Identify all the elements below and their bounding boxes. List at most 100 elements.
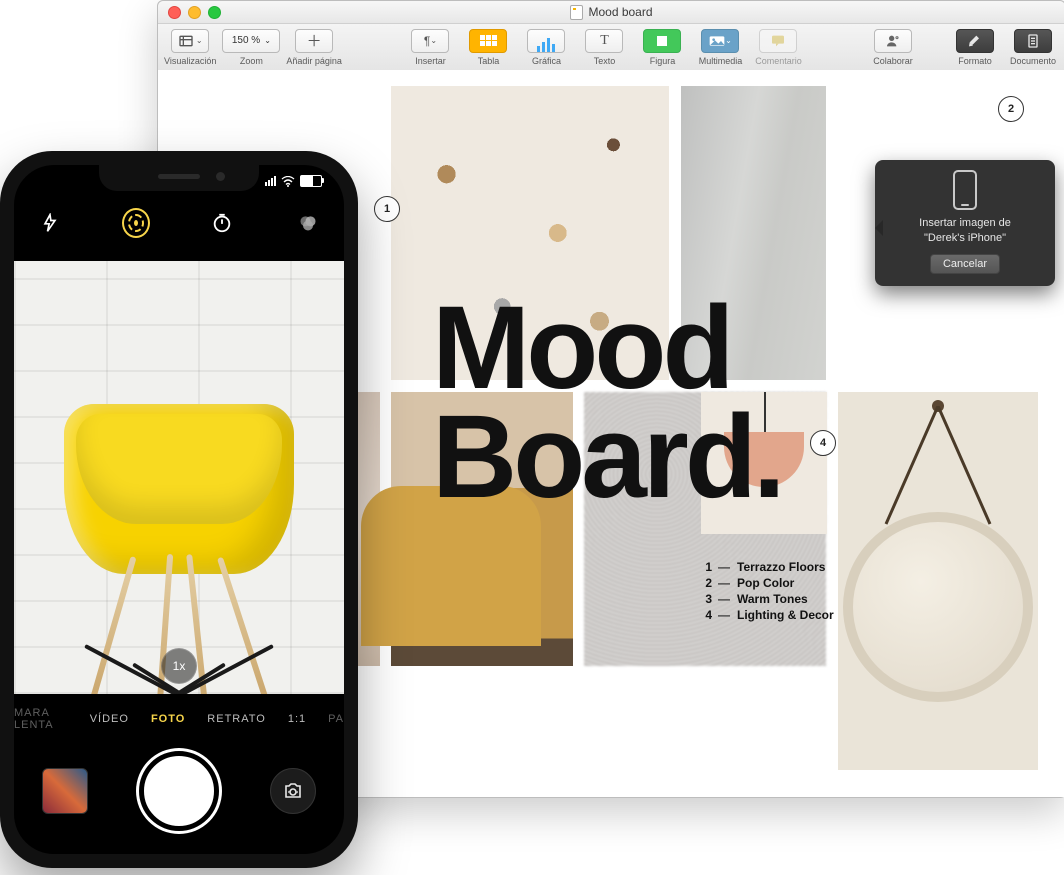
document-setup-icon [1014, 29, 1052, 53]
toolbar-zoom-button[interactable]: 150 %⌄ Zoom [222, 29, 280, 66]
chart-icon [527, 29, 565, 53]
mode-slow-mo[interactable]: MARA LENTA [14, 707, 68, 731]
legend[interactable]: 1 — Terrazzo Floors 2 — Pop Color 3 — Warm Ton… [702, 558, 834, 624]
toolbar-view-button[interactable]: ⌄ Visualización [164, 29, 216, 66]
shutter-button[interactable] [139, 751, 219, 831]
popover-text: Insertar imagen de "Derek's iPhone" [885, 216, 1045, 246]
popover-line-1: Insertar imagen de [919, 217, 1011, 229]
wifi-icon [281, 176, 295, 187]
toolbar-shape-label: Figura [650, 56, 676, 66]
collaborate-icon: + [874, 29, 912, 53]
toolbar-format-button[interactable]: Formato [949, 29, 1001, 66]
legend-label: Lighting & Decor [737, 608, 834, 622]
shape-icon [643, 29, 681, 53]
callout-badge-4: 4 [810, 430, 836, 456]
legend-label: Terrazzo Floors [737, 560, 825, 574]
iphone-device: 1x MARA LENTA VÍDEO FOTO RETRATO 1:1 PA [0, 151, 358, 868]
camera-bottom-controls [14, 746, 344, 836]
add-page-icon: ＋ [295, 29, 333, 53]
flash-button[interactable] [36, 209, 64, 237]
battery-icon [300, 175, 322, 187]
zoom-value-display: 150 %⌄ [222, 29, 280, 53]
toolbar-table-button[interactable]: Tabla [462, 29, 514, 66]
toolbar-insert-button[interactable]: ¶⌄ Insertar [404, 29, 456, 66]
format-icon [956, 29, 994, 53]
media-icon: ⌄ [701, 29, 739, 53]
legend-label: Pop Color [737, 576, 794, 590]
svg-text:+: + [896, 36, 898, 40]
toolbar-add-page-button[interactable]: ＋ Añadir página [286, 29, 342, 66]
mode-portrait[interactable]: RETRATO [207, 713, 266, 725]
toolbar-chart-label: Gráfica [532, 56, 561, 66]
camera-viewfinder[interactable] [14, 261, 344, 694]
popover-cancel-button[interactable]: Cancelar [930, 254, 1000, 274]
legend-row: 3 — Warm Tones [702, 592, 834, 606]
iphone-outline-icon [953, 170, 977, 210]
legend-dash: — [718, 560, 731, 574]
popover-line-2: "Derek's iPhone" [924, 232, 1006, 244]
toolbar-view-label: Visualización [164, 56, 216, 66]
camera-flip-button[interactable] [270, 768, 316, 814]
toolbar-comment-label: Comentario [755, 56, 802, 66]
document-icon [570, 5, 583, 20]
last-photo-thumbnail[interactable] [42, 768, 88, 814]
window-title: Mood board [158, 5, 1064, 20]
toolbar-media-button[interactable]: ⌄ Multimedia [694, 29, 746, 66]
cellular-signal-icon [265, 176, 276, 186]
live-photo-button[interactable] [122, 209, 150, 237]
toolbar-shape-button[interactable]: Figura [636, 29, 688, 66]
legend-num: 3 [702, 592, 712, 606]
callout-badge-2: 2 [998, 96, 1024, 122]
mode-photo[interactable]: FOTO [151, 713, 185, 725]
timer-button[interactable] [208, 209, 236, 237]
insert-icon: ¶⌄ [411, 29, 449, 53]
toolbar-document-button[interactable]: Documento [1007, 29, 1059, 66]
comment-icon [759, 29, 797, 53]
callout-badge-1: 1 [374, 196, 400, 222]
toolbar-collaborate-label: Colaborar [873, 56, 913, 66]
table-icon [469, 29, 507, 53]
continuity-camera-popover: Insertar imagen de "Derek's iPhone" Canc… [875, 160, 1055, 286]
legend-num: 1 [702, 560, 712, 574]
toolbar-insert-label: Insertar [415, 56, 446, 66]
text-icon: T [585, 29, 623, 53]
mode-pano[interactable]: PA [328, 713, 344, 725]
live-photo-icon [122, 208, 150, 238]
camera-zoom-button[interactable]: 1x [161, 648, 197, 684]
iphone-screen: 1x MARA LENTA VÍDEO FOTO RETRATO 1:1 PA [14, 165, 344, 854]
toolbar-zoom-label: Zoom [240, 56, 263, 66]
toolbar-comment-button[interactable]: Comentario [752, 29, 804, 66]
mode-video[interactable]: VÍDEO [90, 713, 129, 725]
zoom-value-text: 150 % [232, 35, 260, 46]
filters-button[interactable] [294, 209, 322, 237]
view-icon: ⌄ [171, 29, 209, 53]
legend-row: 1 — Terrazzo Floors [702, 560, 834, 574]
legend-dash: — [718, 608, 731, 622]
status-right [265, 171, 322, 191]
image-mirror[interactable] [838, 392, 1038, 770]
legend-row: 2 — Pop Color [702, 576, 834, 590]
camera-mode-strip[interactable]: MARA LENTA VÍDEO FOTO RETRATO 1:1 PA [14, 702, 344, 736]
toolbar-text-button[interactable]: T Texto [578, 29, 630, 66]
window-titlebar: Mood board [158, 1, 1064, 24]
document-title[interactable]: Mood Board. [432, 294, 782, 511]
toolbar-media-label: Multimedia [699, 56, 743, 66]
viewfinder-subject-chair [44, 374, 314, 694]
toolbar-add-page-label: Añadir página [286, 56, 342, 66]
toolbar: ⌄ Visualización 150 %⌄ Zoom ＋ Añadir pág… [158, 24, 1064, 71]
legend-num: 2 [702, 576, 712, 590]
legend-dash: — [718, 592, 731, 606]
toolbar-collaborate-button[interactable]: + Colaborar [867, 29, 919, 66]
camera-top-controls [14, 201, 344, 245]
mode-square[interactable]: 1:1 [288, 713, 306, 725]
window-title-text: Mood board [588, 5, 652, 19]
legend-label: Warm Tones [737, 592, 808, 606]
legend-row: 4 — Lighting & Decor [702, 608, 834, 622]
toolbar-table-label: Tabla [478, 56, 500, 66]
toolbar-document-label: Documento [1010, 56, 1056, 66]
toolbar-chart-button[interactable]: Gráfica [520, 29, 572, 66]
legend-num: 4 [702, 608, 712, 622]
toolbar-format-label: Formato [958, 56, 992, 66]
legend-dash: — [718, 576, 731, 590]
toolbar-text-label: Texto [594, 56, 616, 66]
